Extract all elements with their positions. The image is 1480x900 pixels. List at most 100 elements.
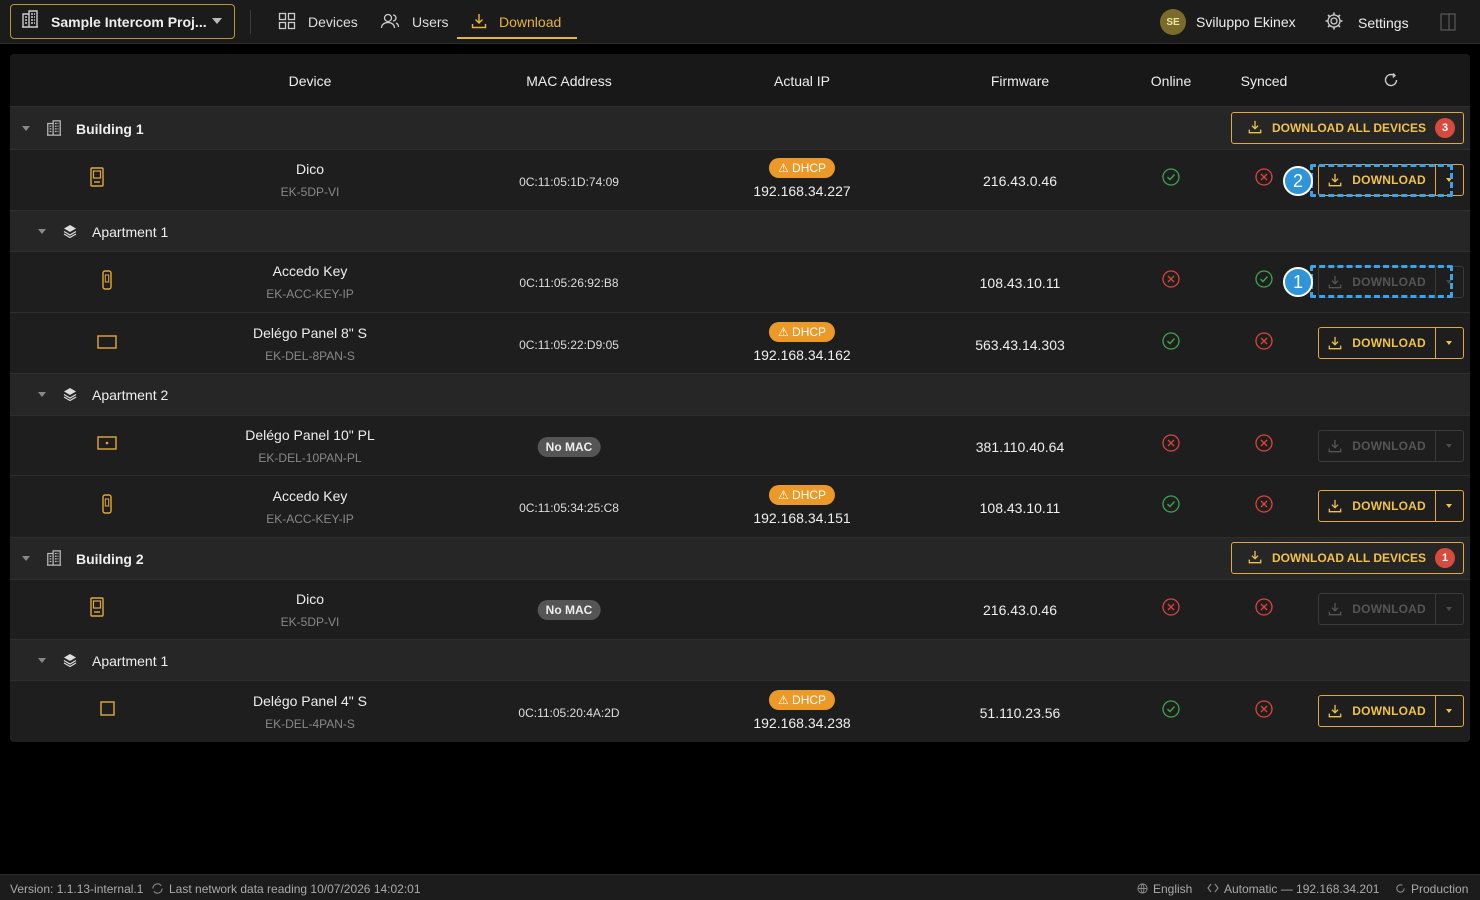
network-mode[interactable]: Automatic — 192.168.34.201: [1224, 882, 1379, 896]
device-name: Accedo Key: [272, 263, 348, 279]
group-label: Building 1: [76, 121, 144, 137]
download-button-disabled: DOWNLOAD: [1318, 593, 1464, 625]
collapse-icon[interactable]: [22, 556, 30, 561]
device-code: EK-DEL-8PAN-S: [265, 349, 355, 363]
nav-download[interactable]: Download: [457, 0, 578, 44]
online-error-icon: [1162, 598, 1180, 621]
device-code: EK-DEL-10PAN-PL: [258, 451, 362, 465]
logout-icon[interactable]: [1440, 13, 1456, 36]
refresh-icon[interactable]: [1383, 72, 1399, 93]
environment-icon: [1396, 884, 1405, 893]
download-main: DOWNLOAD: [1319, 594, 1435, 624]
user-name: Sviluppo Ekinex: [1196, 14, 1296, 30]
download-icon: [471, 13, 499, 32]
download-button[interactable]: DOWNLOAD: [1318, 490, 1464, 522]
firmware-version: 563.43.14.303: [975, 337, 1065, 353]
device-name: Dico: [295, 591, 325, 607]
mac-address: 0C:11:05:22:D9:05: [519, 338, 619, 352]
online-check-icon: [1162, 168, 1180, 191]
header-firmware: Firmware: [990, 73, 1050, 89]
header-device: Device: [288, 73, 332, 89]
download-main[interactable]: DOWNLOAD: [1319, 491, 1435, 521]
ip-address: 192.168.34.227: [753, 183, 851, 199]
step-marker-1: 1: [1283, 267, 1313, 297]
synced-error-icon: [1255, 332, 1273, 355]
version-text: Version: 1.1.13-internal.1: [10, 882, 144, 896]
table-row: Dico EK-5DP-VI No MAC 216.43.0.46 DOWNLO…: [10, 580, 1470, 640]
download-options-dropdown[interactable]: [1435, 491, 1463, 521]
synced-error-icon: [1255, 168, 1273, 191]
download-all-label: DOWNLOAD ALL DEVICES: [1272, 121, 1427, 135]
settings-label: Settings: [1358, 14, 1409, 31]
device-code: EK-5DP-VI: [280, 185, 340, 199]
table-header: Device MAC Address Actual IP Firmware On…: [10, 54, 1470, 107]
online-error-icon: [1162, 270, 1180, 293]
avatar: SE: [1160, 9, 1186, 35]
ip-address: 192.168.34.151: [753, 510, 851, 526]
network-reading-icon: [152, 883, 163, 894]
building-icon: [46, 550, 62, 571]
download-all-button[interactable]: DOWNLOAD ALL DEVICES 3: [1231, 112, 1464, 144]
download-main: DOWNLOAD: [1319, 431, 1435, 461]
step-marker-2: 2: [1283, 166, 1313, 196]
collapse-icon[interactable]: [38, 392, 46, 397]
nav-download-label: Download: [499, 14, 562, 30]
key-reader-icon: [102, 270, 112, 295]
download-button[interactable]: DOWNLOAD: [1318, 695, 1464, 727]
devices-table: Device MAC Address Actual IP Firmware On…: [10, 54, 1470, 742]
dhcp-badge: ⚠ DHCP: [768, 322, 836, 342]
collapse-icon[interactable]: [38, 658, 46, 663]
header-synced: Synced: [1240, 73, 1288, 89]
user-menu[interactable]: SE Sviluppo Ekinex: [1160, 9, 1296, 35]
no-mac-badge: No MAC: [537, 437, 601, 457]
device-name: Delégo Panel 4" S: [253, 693, 367, 709]
mac-address: 0C:11:05:20:4A:2D: [518, 706, 620, 720]
key-reader-icon: [102, 494, 112, 519]
ip-address: 192.168.34.162: [753, 347, 851, 363]
settings-button[interactable]: Settings: [1324, 11, 1409, 34]
header-online: Online: [1150, 73, 1192, 89]
layers-icon: [63, 387, 77, 406]
collapse-icon[interactable]: [38, 229, 46, 234]
mac-address: 0C:11:05:1D:74:09: [519, 175, 619, 189]
highlight-box-1: [1310, 265, 1453, 298]
collapse-icon[interactable]: [22, 126, 30, 131]
table-row: Dico EK-5DP-VI 0C:11:05:1D:74:09 ⚠ DHCP …: [10, 150, 1470, 211]
project-selector[interactable]: Sample Intercom Proj...: [10, 4, 235, 39]
group-label: Apartment 2: [92, 387, 169, 403]
nav-devices[interactable]: Devices: [278, 0, 358, 44]
grid-icon: [278, 12, 308, 33]
device-code: EK-ACC-KEY-IP: [266, 287, 354, 301]
download-options-dropdown[interactable]: [1435, 696, 1463, 726]
download-button[interactable]: DOWNLOAD: [1318, 327, 1464, 359]
count-badge: 1: [1435, 548, 1456, 568]
gear-icon: [1324, 11, 1358, 34]
active-tab-underline: [457, 37, 578, 39]
firmware-version: 216.43.0.46: [983, 173, 1057, 189]
synced-error-icon: [1255, 495, 1273, 518]
download-options-dropdown: [1435, 431, 1463, 461]
download-main[interactable]: DOWNLOAD: [1319, 696, 1435, 726]
download-options-dropdown[interactable]: [1435, 328, 1463, 358]
users-icon: [380, 12, 412, 33]
last-reading-text: Last network data reading 10/07/2026 14:…: [169, 882, 421, 896]
ip-address: 192.168.34.238: [753, 715, 851, 731]
table-row: Delégo Panel 10" PL EK-DEL-10PAN-PL No M…: [10, 416, 1470, 476]
group-row-apartment-1: Apartment 1: [10, 211, 1470, 252]
synced-error-icon: [1255, 700, 1273, 723]
table-row: Delégo Panel 4" S EK-DEL-4PAN-S 0C:11:05…: [10, 681, 1470, 742]
download-main[interactable]: DOWNLOAD: [1319, 328, 1435, 358]
nav-users[interactable]: Users: [380, 0, 449, 44]
dhcp-badge: ⚠ DHCP: [768, 158, 836, 178]
firmware-version: 216.43.0.46: [983, 602, 1057, 618]
building-icon: [21, 10, 39, 33]
device-name: Dico: [295, 161, 325, 177]
layers-icon: [63, 224, 77, 243]
project-name: Sample Intercom Proj...: [51, 13, 207, 30]
device-code: EK-ACC-KEY-IP: [266, 512, 354, 526]
download-all-button[interactable]: DOWNLOAD ALL DEVICES 1: [1231, 542, 1464, 574]
group-label: Building 2: [76, 551, 144, 567]
language-selector[interactable]: English: [1153, 882, 1192, 896]
device-code: EK-5DP-VI: [280, 615, 340, 629]
download-options-dropdown: [1435, 594, 1463, 624]
